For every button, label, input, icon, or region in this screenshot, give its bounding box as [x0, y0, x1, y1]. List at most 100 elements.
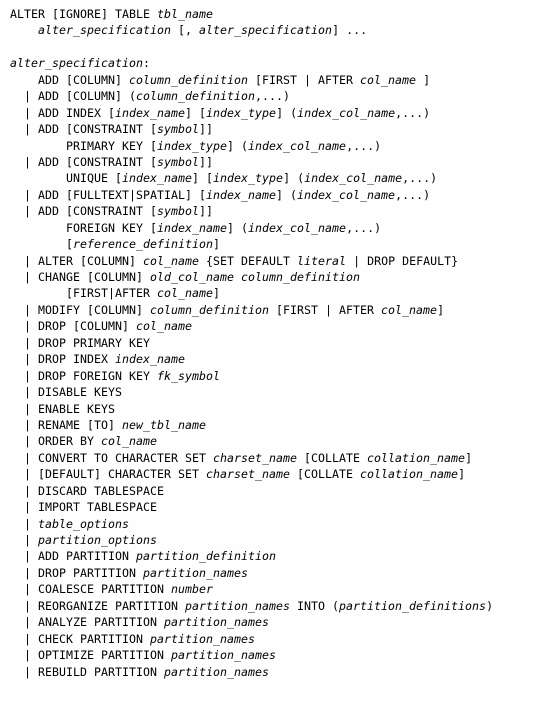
syntax-keyword: ]] — [199, 204, 214, 219]
syntax-placeholder: literal — [297, 253, 347, 268]
syntax-keyword: | ADD INDEX [ — [10, 105, 116, 120]
syntax-placeholder: partition_names — [164, 664, 270, 679]
syntax-placeholder: symbol — [157, 122, 200, 137]
syntax-placeholder: index_col_name — [248, 138, 347, 153]
syntax-keyword: [FIRST | AFTER — [248, 72, 361, 87]
syntax-placeholder: table_options — [38, 516, 130, 531]
syntax-keyword: {SET DEFAULT — [199, 253, 298, 268]
code-line: | DROP FOREIGN KEY fk_symbol — [0, 368, 549, 384]
syntax-keyword: INTO ( — [290, 598, 340, 613]
syntax-placeholder: partition_definitions — [339, 598, 487, 613]
sql-syntax-block: ALTER [IGNORE] TABLE tbl_name alter_spec… — [0, 0, 549, 704]
syntax-keyword: | IMPORT TABLESPACE — [10, 500, 158, 515]
code-line: | COALESCE PARTITION number — [0, 581, 549, 597]
syntax-placeholder: collation_name — [360, 467, 459, 482]
code-line: | DISCARD TABLESPACE — [0, 483, 549, 499]
syntax-keyword: : — [143, 56, 151, 71]
code-line: | DROP INDEX index_name — [0, 351, 549, 367]
syntax-placeholder: col_name — [136, 319, 193, 334]
syntax-placeholder: index_name — [157, 220, 228, 235]
syntax-keyword: [, — [171, 23, 200, 38]
syntax-keyword: PRIMARY KEY [ — [10, 138, 158, 153]
syntax-keyword: ,...) — [346, 220, 382, 235]
syntax-placeholder: fk_symbol — [157, 368, 221, 383]
syntax-keyword: | ADD [COLUMN] ( — [10, 89, 137, 104]
code-line: | OPTIMIZE PARTITION partition_names — [0, 647, 549, 663]
syntax-keyword: | DROP INDEX — [10, 352, 116, 367]
syntax-placeholder: alter_specification — [10, 56, 144, 71]
syntax-keyword: | DROP FOREIGN KEY — [10, 368, 158, 383]
syntax-placeholder: symbol — [157, 154, 200, 169]
syntax-keyword: | REORGANIZE PARTITION — [10, 598, 186, 613]
syntax-placeholder: partition_names — [143, 565, 249, 580]
syntax-keyword: ] [ — [192, 171, 214, 186]
syntax-placeholder: new_tbl_name — [122, 417, 207, 432]
syntax-placeholder: partition_options — [38, 533, 158, 547]
syntax-placeholder: partition_names — [150, 631, 256, 646]
code-line: FOREIGN KEY [index_name] (index_col_name… — [0, 220, 549, 236]
syntax-placeholder: index_col_name — [248, 220, 347, 235]
code-line: [reference_definition] — [0, 236, 549, 252]
syntax-keyword: | — [10, 533, 39, 547]
syntax-keyword: ] ( — [227, 138, 249, 153]
syntax-keyword: ] — [465, 450, 473, 465]
syntax-placeholder: index_type — [157, 138, 228, 153]
syntax-placeholder: partition_names — [171, 648, 277, 663]
syntax-placeholder: column_definition — [150, 302, 270, 317]
syntax-keyword: | ADD [CONSTRAINT [ — [10, 122, 158, 137]
syntax-placeholder: col_name — [157, 286, 214, 301]
code-line: | DROP PRIMARY KEY — [0, 335, 549, 351]
code-line: alter_specification: — [0, 55, 549, 71]
syntax-placeholder: col_name — [360, 72, 417, 87]
syntax-keyword: ,...) — [346, 138, 382, 153]
code-line: | REORGANIZE PARTITION partition_names I… — [0, 598, 549, 614]
syntax-keyword: ] — [437, 302, 445, 317]
syntax-keyword: FOREIGN KEY [ — [10, 220, 158, 235]
syntax-keyword: | OPTIMIZE PARTITION — [10, 648, 172, 663]
syntax-keyword: | DROP PRIMARY KEY — [10, 335, 151, 350]
code-line: | ADD INDEX [index_name] [index_type] (i… — [0, 105, 549, 121]
syntax-keyword: | — [10, 516, 39, 531]
code-line: | ALTER [COLUMN] col_name {SET DEFAULT l… — [0, 253, 549, 269]
syntax-placeholder: index_name — [115, 352, 186, 367]
syntax-keyword: ]] — [199, 154, 214, 169]
syntax-keyword: | CONVERT TO CHARACTER SET — [10, 450, 214, 465]
syntax-keyword: | MODIFY [COLUMN] — [10, 302, 151, 317]
syntax-keyword: | [DEFAULT] CHARACTER SET — [10, 467, 207, 482]
syntax-keyword: ] ( — [276, 105, 298, 120]
code-line: | REBUILD PARTITION partition_names — [0, 664, 549, 680]
syntax-keyword: | ENABLE KEYS — [10, 401, 116, 416]
syntax-placeholder: partition_definition — [136, 549, 277, 564]
syntax-placeholder: col_name — [381, 302, 438, 317]
syntax-placeholder: old_col_name column_definition — [150, 270, 361, 284]
syntax-keyword: ,...) — [395, 187, 431, 202]
syntax-keyword: | DISABLE KEYS — [10, 385, 123, 400]
code-line: | ANALYZE PARTITION partition_names — [0, 614, 549, 630]
syntax-placeholder: charset_name — [213, 450, 298, 465]
code-line: | RENAME [TO] new_tbl_name — [0, 417, 549, 433]
syntax-placeholder: charset_name — [206, 467, 291, 482]
syntax-keyword: [FIRST | AFTER — [269, 302, 382, 317]
syntax-keyword: ] — [213, 237, 221, 252]
code-line: | DROP PARTITION partition_names — [0, 565, 549, 581]
syntax-keyword: | ORDER BY — [10, 434, 102, 449]
code-line: | partition_options — [0, 532, 549, 548]
code-line: | ADD [COLUMN] (column_definition,...) — [0, 88, 549, 104]
syntax-keyword: | DISCARD TABLESPACE — [10, 483, 165, 498]
syntax-placeholder: tbl_name — [157, 7, 214, 21]
code-line: | table_options — [0, 516, 549, 532]
syntax-keyword: UNIQUE [ — [10, 171, 123, 186]
syntax-placeholder: index_type — [213, 171, 284, 186]
syntax-keyword: | DROP DEFAULT} — [346, 253, 459, 268]
syntax-keyword: ]] — [199, 122, 214, 137]
syntax-keyword: ADD [COLUMN] — [10, 72, 130, 87]
code-line: | IMPORT TABLESPACE — [0, 499, 549, 515]
code-line: | CHANGE [COLUMN] old_col_name column_de… — [0, 269, 549, 285]
syntax-placeholder: index_name — [115, 105, 186, 120]
syntax-placeholder: alter_specification — [199, 23, 333, 38]
syntax-keyword: [FIRST|AFTER — [10, 286, 158, 301]
syntax-placeholder: column_definition — [129, 72, 249, 87]
syntax-placeholder: index_name — [122, 171, 193, 186]
syntax-placeholder: reference_definition — [73, 237, 214, 252]
syntax-keyword: | ADD [CONSTRAINT [ — [10, 204, 158, 219]
